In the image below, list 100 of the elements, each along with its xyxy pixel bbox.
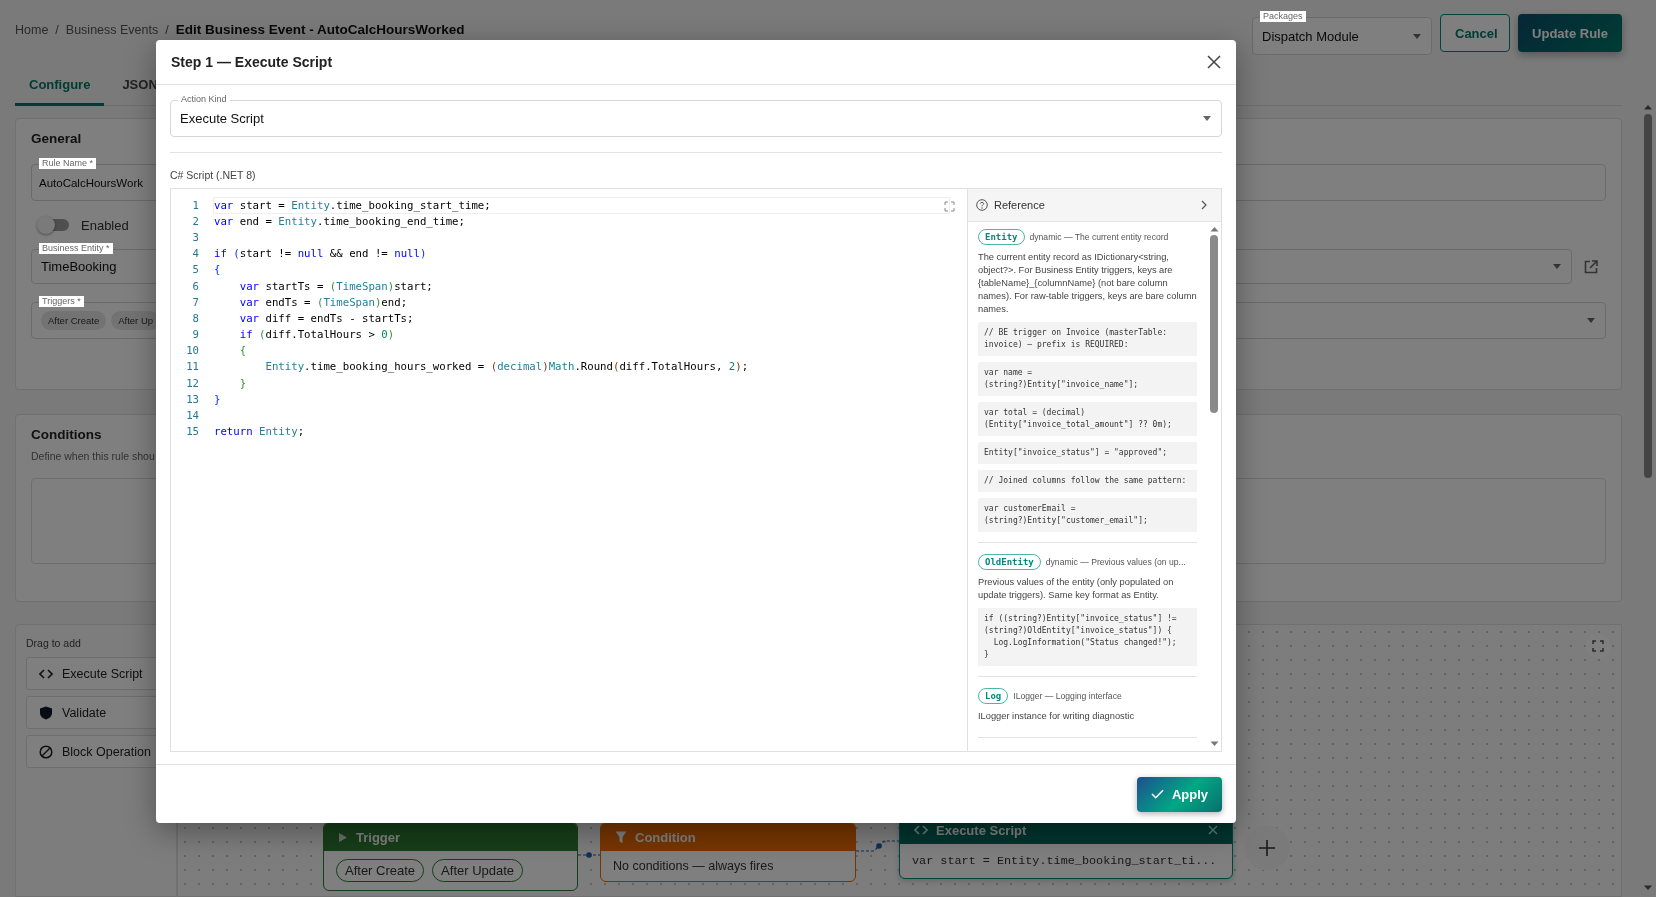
code-example: var customerEmail = (string?)Entity["customer_email"]; [978, 498, 1197, 532]
section-description: Define when this rule shou [31, 450, 155, 462]
code-line: var diff = endTs - startTs; [238, 310, 415, 326]
code-line: if (diff.TotalHours > 0) [238, 327, 396, 343]
dropdown-caret-icon [1552, 263, 1562, 270]
code-line: Entity.time_booking_hours_worked = (decimal)Math.Round(diff.TotalHours, 2); [264, 359, 750, 375]
code-line: } [238, 375, 248, 391]
flow-node[interactable]: Trigger After Create After Update [323, 822, 578, 891]
line-number: 8 [191, 311, 199, 325]
switch-label: Enabled [81, 217, 129, 233]
line-number: 3 [191, 230, 199, 244]
line-number: 12 [185, 376, 199, 390]
code-example: if ((string?)Entity["invoice_status"] != (string?)OldEntity["invoice_status"]) { Log.LogInformation("Status changed!"); } [978, 608, 1197, 666]
reference-header[interactable]: Reference [968, 189, 1221, 222]
expand-icon[interactable] [944, 201, 955, 212]
node-title: Execute Script [936, 822, 1027, 838]
code-line: var startTs = (TimeSpan)start; [238, 278, 434, 294]
scroll-down-icon [1209, 741, 1219, 747]
breadcrumb-link[interactable]: Business Events [65, 22, 159, 38]
check-icon [1150, 789, 1164, 799]
dropdown-caret-icon [1586, 317, 1596, 324]
line-number: 13 [185, 392, 199, 406]
page-title: Edit Business Event - AutoCalcHoursWorked [175, 22, 465, 38]
dropdown-caret-icon [1202, 115, 1212, 122]
switch-thumb[interactable] [37, 216, 55, 234]
field-label: Triggers * [39, 296, 84, 307]
field-label: Business Entity * [39, 243, 113, 254]
code-line: var end = Entity.time_booking_end_time; [214, 213, 466, 229]
palette-title: Drag to add [26, 637, 81, 649]
flow-node[interactable]: Condition No conditions — always fires [600, 822, 856, 882]
trigger-chip: After Create [41, 311, 107, 330]
line-number: 4 [191, 247, 199, 261]
code-line: var start = Entity.time_booking_start_time; [214, 197, 949, 213]
code-example: var name = (string?)Entity["invoice_name"]; [978, 362, 1197, 396]
field-label: Action Kind [178, 94, 230, 105]
shield-icon [39, 705, 53, 720]
field-label: C# Script (.NET 8) [170, 169, 257, 181]
filter-icon [615, 830, 627, 844]
chevron-right-icon [1201, 200, 1207, 210]
code-line: var endTs = (TimeSpan)end; [238, 294, 409, 310]
help-icon [976, 199, 988, 211]
block-icon [39, 744, 53, 759]
code-line: { [214, 262, 222, 278]
line-number: 6 [191, 279, 199, 293]
line-number: 9 [191, 328, 199, 342]
node-title: Condition [635, 829, 696, 845]
code-line: } [214, 391, 222, 407]
scrollbar-thumb[interactable] [1644, 114, 1652, 478]
update-rule-button[interactable]: Update Rule [1518, 14, 1622, 52]
field-label: Packages [1260, 11, 1306, 22]
code-line: { [238, 343, 248, 359]
play-icon [338, 831, 348, 843]
apply-button[interactable]: Apply [1136, 776, 1222, 812]
dropdown-caret-icon [1412, 32, 1422, 40]
breadcrumb-separator: / [55, 22, 59, 38]
cancel-button[interactable]: Cancel [1440, 14, 1510, 52]
close-icon[interactable] [1207, 55, 1221, 69]
scroll-up-icon [1209, 226, 1219, 232]
breadcrumb-separator: / [165, 22, 169, 38]
code-icon [914, 824, 928, 836]
line-number: 2 [191, 214, 199, 228]
symbol-signature: dynamic — The current entity record [1029, 232, 1169, 242]
dialog-title: Step 1 — Execute Script [171, 54, 333, 70]
symbol-description: ILogger instance for writing diagnostic [978, 710, 1136, 723]
code-example: // Joined columns follow the same pattern: [978, 470, 1197, 492]
symbol-description: Previous values of the entity (only populated on update triggers). Same key format as Entity. [978, 576, 1175, 602]
connector-line [856, 838, 899, 854]
scroll-up-icon [1643, 104, 1653, 110]
code-example: var total = (decimal) (Entity["invoice_total_amount"] ?? 0m); [978, 402, 1197, 436]
field-label: Rule Name * [39, 158, 97, 169]
code-icon [39, 667, 53, 680]
symbol-signature: ILogger — Logging interface [1013, 691, 1122, 701]
symbol-signature: dynamic — Previous values (on up... [1045, 557, 1186, 567]
line-number: 11 [185, 360, 199, 374]
code-example: Entity["invoice_status"] = "approved"; [978, 442, 1197, 464]
section-title: General [31, 131, 82, 146]
connector-line [578, 852, 600, 858]
open-external-icon[interactable] [1584, 259, 1598, 274]
code-example: // BE trigger on Invoice (masterTable: invoice) — prefix is REQUIRED: [978, 322, 1197, 356]
code-line: return Entity; [214, 424, 306, 440]
line-number: 10 [185, 344, 199, 358]
node-title: Trigger [356, 829, 401, 845]
field-value: Execute Script [180, 111, 264, 126]
field-value: AutoCalcHoursWork [39, 176, 143, 189]
field-value: TimeBooking [41, 259, 117, 274]
line-number: 1 [191, 198, 199, 212]
code-line: if (start != null && end != null) [214, 246, 428, 262]
node-summary: No conditions — always fires [613, 859, 774, 873]
symbol-description: The current entity record as IDictionary<string, object?>. For Business Entity triggers, keys are {tableName}_{columnName} (not bare column names). For raw-table triggers, keys are bare column names. [978, 251, 1197, 316]
field-value: Dispatch Module [1262, 28, 1359, 44]
tab[interactable]: Configure [15, 66, 105, 106]
node-summary: var start = Entity.time_booking_start_ti... [912, 853, 1217, 870]
line-number: 7 [191, 295, 199, 309]
breadcrumb-link[interactable]: Home [15, 22, 49, 38]
line-number: 5 [191, 263, 199, 277]
section-title: Conditions [31, 427, 102, 442]
line-number: 14 [185, 409, 199, 423]
scrollbar-thumb[interactable] [1210, 235, 1218, 413]
scroll-down-icon [1643, 885, 1653, 891]
line-number: 15 [185, 425, 199, 439]
